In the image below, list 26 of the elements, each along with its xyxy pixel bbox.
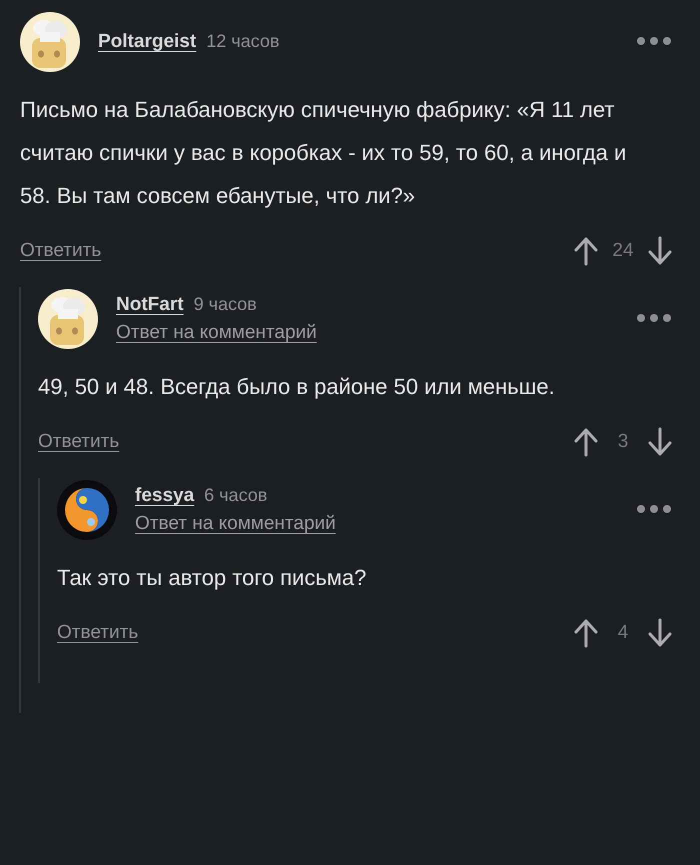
vote-count: 24 (612, 240, 634, 262)
reply-link[interactable]: Ответить (38, 431, 120, 453)
more-icon[interactable] (636, 313, 672, 323)
parent-comment-link[interactable]: Ответ на комментарий (116, 322, 618, 344)
reply-link[interactable]: Ответить (57, 622, 138, 644)
author-link[interactable]: NotFart (116, 294, 184, 316)
more-icon[interactable] (636, 504, 672, 514)
downvote-icon[interactable] (648, 427, 672, 457)
upvote-icon[interactable] (574, 618, 598, 648)
comment-time: 12 часов (206, 31, 280, 52)
downvote-icon[interactable] (648, 618, 672, 648)
author-link[interactable]: Poltargeist (98, 31, 196, 53)
comment-text: 49, 50 и 48. Всегда было в районе 50 или меньше. (38, 373, 556, 401)
downvote-icon[interactable] (648, 236, 672, 266)
comment-time: 9 часов (194, 294, 257, 315)
comment-text: Так это ты автор того письма? (57, 564, 368, 592)
upvote-icon[interactable] (574, 427, 598, 457)
author-link[interactable]: fessya (135, 485, 194, 507)
more-icon[interactable] (636, 36, 672, 46)
comment-text: Письмо на Балабановскую спичечную фабрику: «Я 11 лет считаю спички у вас в коробках - их то 59, то 60, а иногда и 58. Вы там совсем ебанутые, что ли?» (20, 96, 628, 210)
vote-count: 4 (616, 622, 630, 644)
vote-count: 3 (616, 431, 630, 453)
parent-comment-link[interactable]: Ответ на комментарий (135, 513, 618, 535)
reply-link[interactable]: Ответить (20, 240, 102, 262)
upvote-icon[interactable] (574, 236, 598, 266)
comment-time: 6 часов (204, 485, 268, 506)
